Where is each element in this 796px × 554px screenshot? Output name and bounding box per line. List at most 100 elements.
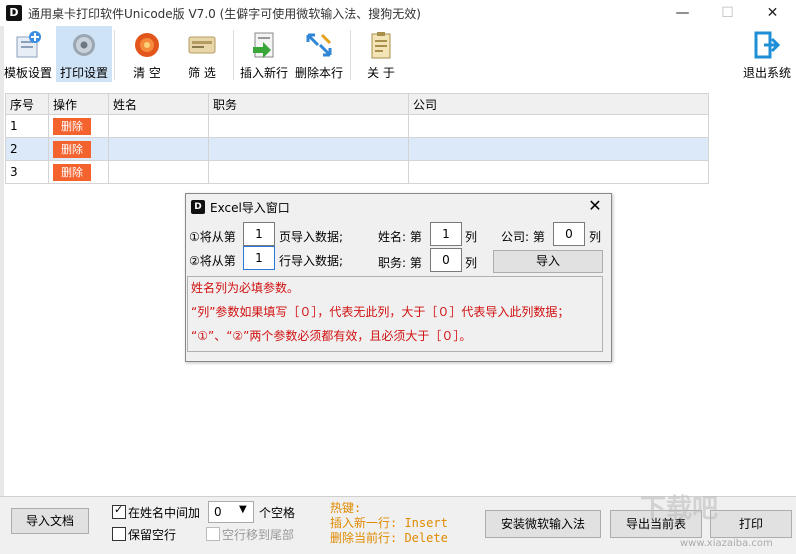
position-column-input[interactable]: 0 <box>430 248 462 272</box>
minimize-button[interactable]: — <box>660 0 705 26</box>
import-document-button[interactable]: 导入文档 <box>11 508 89 534</box>
maximize-button: ☐ <box>721 5 734 21</box>
dialog-logo: D <box>191 200 205 214</box>
watermark-logo: 下载吧 <box>640 494 719 524</box>
toolbar-separator <box>350 30 351 80</box>
dialog-close-button[interactable]: ✕ <box>584 196 606 216</box>
exit-icon <box>754 31 781 59</box>
left-edge <box>0 26 4 496</box>
about-label: 关 于 <box>367 66 395 80</box>
insert-row-icon <box>253 32 274 58</box>
row-number: 1 <box>5 114 49 138</box>
name-column-input[interactable]: 1 <box>430 222 462 246</box>
row-number: 3 <box>5 160 49 184</box>
window-title: 通用桌卡打印软件Unicode版 V7.0 (生僻字可使用微软输入法、搜狗无效) <box>28 7 421 21</box>
column-header-no[interactable]: 序号 <box>5 93 49 115</box>
table-row[interactable]: 2 删除 <box>5 137 709 161</box>
company-cell[interactable] <box>408 160 709 184</box>
company-column-label: 公司: 第 <box>501 230 545 244</box>
table-row[interactable]: 1 删除 <box>5 114 709 138</box>
name-column-label: 姓名: 第 <box>378 230 422 244</box>
grid-header-row: 序号 操作 姓名 职务 公司 <box>5 93 709 115</box>
watermark-url: www.xiazaiba.com <box>680 538 773 549</box>
title-bar: D 通用桌卡打印软件Unicode版 V7.0 (生僻字可使用微软输入法、搜狗无… <box>0 0 796 26</box>
template-settings-label: 模板设置 <box>3 66 52 80</box>
clipboard-icon <box>371 32 391 59</box>
company-column-unit: 列 <box>589 230 602 244</box>
delete-button[interactable]: 删除 <box>53 163 91 181</box>
about-button[interactable]: 关 于 <box>354 26 408 82</box>
delete-row-label: 删除本行 <box>294 66 343 80</box>
name-cell[interactable] <box>108 137 209 161</box>
filter-button[interactable]: 筛 选 <box>176 26 228 82</box>
start-row-input[interactable]: 1 <box>243 246 275 270</box>
exit-button[interactable]: 退出系统 <box>740 26 794 82</box>
dialog-title: Excel导入窗口 <box>210 201 290 215</box>
name-cell[interactable] <box>108 160 209 184</box>
import-notes-panel: 姓名列为必填参数。 “列”参数如果填写［０］，代表无此列，大于［０］代表导入此列… <box>187 276 603 352</box>
hotkey-delete: 删除当前行: Delete <box>330 531 448 545</box>
toolbar: 模板设置 打印设置 清 空 筛 选 插入新行 删除本行 关 于 退出系统 <box>0 26 796 84</box>
excel-import-dialog: D Excel导入窗口 ✕ ①将从第 1 页导入数据; 姓名: 第 1 列 公司… <box>185 193 612 362</box>
note-params-rule: “①”、“②”两个参数必须都有效，且必须大于［０］。 <box>191 329 472 343</box>
delete-button[interactable]: 删除 <box>53 140 91 158</box>
keep-empty-label: 保留空行 <box>128 528 177 542</box>
import-button[interactable]: 导入 <box>493 250 603 273</box>
title-cell[interactable] <box>208 137 409 161</box>
table-row[interactable]: 3 删除 <box>5 160 709 184</box>
clear-icon <box>135 33 159 57</box>
delete-row-button[interactable]: 删除本行 <box>292 26 346 82</box>
print-settings-button[interactable]: 打印设置 <box>56 26 112 82</box>
position-column-unit: 列 <box>465 256 478 270</box>
print-settings-label: 打印设置 <box>59 66 108 80</box>
template-settings-button[interactable]: 模板设置 <box>2 26 54 82</box>
delete-button[interactable]: 删除 <box>53 117 91 135</box>
name-column-unit: 列 <box>465 230 478 244</box>
clear-button[interactable]: 清 空 <box>118 26 176 82</box>
app-logo: D <box>6 5 22 21</box>
company-cell[interactable] <box>408 114 709 138</box>
row-action-cell: 删除 <box>48 114 109 138</box>
name-cell[interactable] <box>108 114 209 138</box>
install-ime-button[interactable]: 安装微软输入法 <box>485 510 601 538</box>
row-action-cell: 删除 <box>48 137 109 161</box>
sheet-suffix-label: 页导入数据; <box>279 230 344 244</box>
move-empty-checkbox <box>206 527 220 541</box>
row-suffix-label: 行导入数据; <box>279 254 344 268</box>
sheet-number-input[interactable]: 1 <box>243 222 275 246</box>
clear-label: 清 空 <box>133 66 161 80</box>
toolbar-separator <box>233 30 234 80</box>
keep-empty-checkbox[interactable] <box>112 527 126 541</box>
row-number: 2 <box>5 137 49 161</box>
data-grid: 序号 操作 姓名 职务 公司 1 删除 2 删除 3 删除 <box>5 93 709 189</box>
note-column-rule: “列”参数如果填写［０］，代表无此列，大于［０］代表导入此列数据； <box>191 305 570 319</box>
column-header-name[interactable]: 姓名 <box>108 93 209 115</box>
title-cell[interactable] <box>208 160 409 184</box>
chevron-down-icon: ▼ <box>239 504 247 515</box>
spaces-count-select[interactable]: 0 ▼ <box>208 501 254 523</box>
delete-row-icon <box>306 33 332 57</box>
toolbar-separator <box>114 30 115 80</box>
insert-row-button[interactable]: 插入新行 <box>237 26 291 82</box>
column-header-company[interactable]: 公司 <box>408 93 709 115</box>
row-prefix-label: ②将从第 <box>189 254 236 268</box>
template-icon <box>16 31 41 58</box>
close-button[interactable]: ✕ <box>750 0 795 26</box>
move-empty-label: 空行移到尾部 <box>222 528 295 542</box>
row-action-cell: 删除 <box>48 160 109 184</box>
title-cell[interactable] <box>208 114 409 138</box>
column-header-action[interactable]: 操作 <box>48 93 109 115</box>
print-button[interactable]: 打印 <box>710 510 792 538</box>
gear-icon <box>73 34 95 56</box>
exit-label: 退出系统 <box>742 66 791 80</box>
filter-label: 筛 选 <box>188 66 216 80</box>
insert-spaces-label: 在姓名中间加 <box>128 506 201 520</box>
insert-spaces-checkbox[interactable] <box>112 503 126 519</box>
note-required: 姓名列为必填参数。 <box>191 281 300 295</box>
insert-row-label: 插入新行 <box>239 66 288 80</box>
company-column-input[interactable]: 0 <box>553 222 585 246</box>
company-cell[interactable] <box>408 137 709 161</box>
spaces-unit-label: 个空格 <box>259 506 296 520</box>
column-header-title[interactable]: 职务 <box>208 93 409 115</box>
position-column-label: 职务: 第 <box>378 256 422 270</box>
